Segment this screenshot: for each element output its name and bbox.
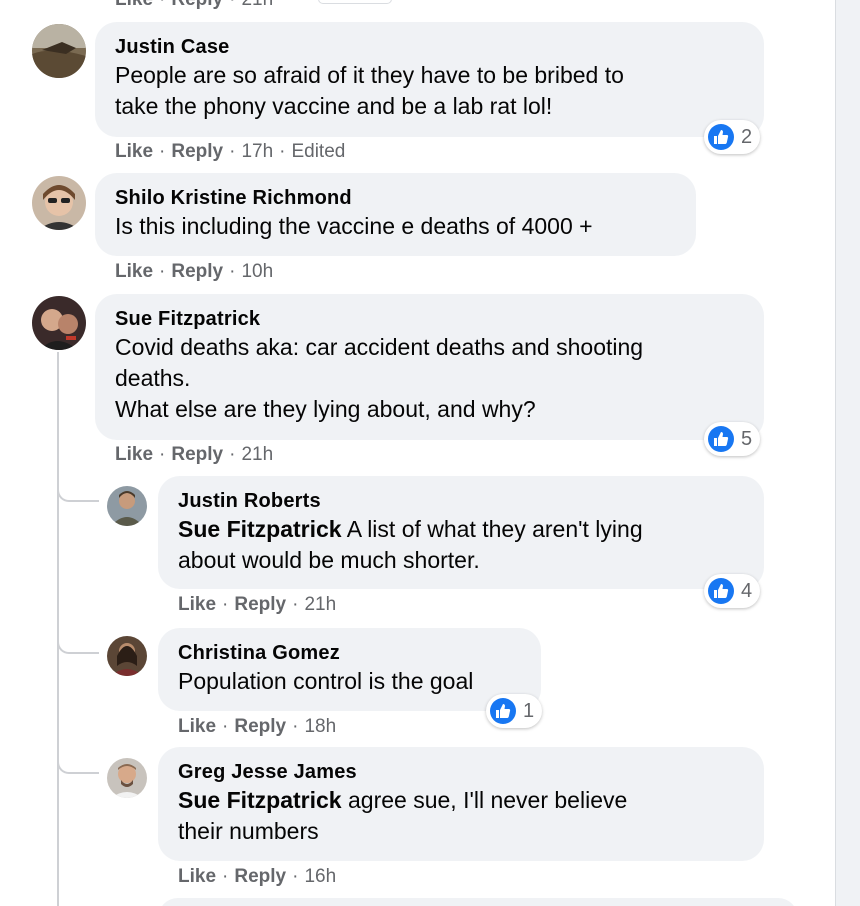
comments-panel: Like·Reply·21h Justin Case People are so… xyxy=(0,0,836,906)
mention-link[interactable]: Sue Fitzpatrick xyxy=(178,787,342,813)
reaction-badge-partial[interactable] xyxy=(318,0,392,4)
comment-time[interactable]: 10h xyxy=(241,261,273,282)
reply-connector xyxy=(57,750,99,774)
like-action[interactable]: Like xyxy=(115,141,153,162)
reply-action[interactable]: Reply xyxy=(171,0,223,10)
comment-time[interactable]: 21h xyxy=(241,444,273,465)
reply-connector xyxy=(57,478,99,502)
avatar[interactable] xyxy=(32,24,86,78)
comment-time[interactable]: 17h xyxy=(241,141,273,162)
comment-meta: Like · Reply · 18h xyxy=(178,716,337,737)
reply-action[interactable]: Reply xyxy=(234,866,286,887)
comment-text: Population control is the goal xyxy=(178,668,474,694)
comment-text: Sue Fitzpatrick agree sue, I'll never be… xyxy=(178,787,628,844)
comment-author[interactable]: Shilo Kristine Richmond xyxy=(115,185,676,211)
like-action[interactable]: Like xyxy=(115,0,153,10)
comment-text: Is this including the vaccine e deaths o… xyxy=(115,213,593,239)
comment-meta-partial: Like·Reply·21h xyxy=(115,0,273,12)
reply-bubble: Greg Jesse James Sue Fitzpatrick agree s… xyxy=(158,747,764,861)
reaction-count: 5 xyxy=(741,427,753,450)
reply-action[interactable]: Reply xyxy=(171,141,223,162)
comment-meta: Like · Reply · 21h xyxy=(115,444,274,465)
comment-text: Sue Fitzpatrick A list of what they aren… xyxy=(178,516,643,573)
comment-author[interactable]: Sue Fitzpatrick xyxy=(115,306,744,332)
comment-text: People are so afraid of it they have to … xyxy=(115,62,624,119)
comment-text: Covid deaths aka: car accident deaths an… xyxy=(115,334,644,422)
comment-bubble: Sue Fitzpatrick Covid deaths aka: car ac… xyxy=(95,294,764,440)
thumbs-up-icon xyxy=(708,124,734,150)
reaction-count: 4 xyxy=(741,579,753,602)
comment-meta: Like · Reply · 21h xyxy=(178,594,337,615)
reply-action[interactable]: Reply xyxy=(171,444,223,465)
like-action[interactable]: Like xyxy=(115,444,153,465)
comment-meta: Like · Reply · 16h xyxy=(178,866,337,887)
thumbs-up-icon xyxy=(708,578,734,604)
comment-time[interactable]: 16h xyxy=(304,866,336,887)
avatar[interactable] xyxy=(32,296,86,350)
like-action[interactable]: Like xyxy=(178,716,216,737)
comment-time: 21h xyxy=(241,0,273,10)
reply-action[interactable]: Reply xyxy=(234,594,286,615)
reply-bubble: Christina Gomez Population control is th… xyxy=(158,628,541,711)
like-action[interactable]: Like xyxy=(178,866,216,887)
reaction-badge[interactable]: 4 xyxy=(704,574,761,608)
avatar[interactable] xyxy=(107,758,147,798)
comment-bubble: Justin Case People are so afraid of it t… xyxy=(95,22,764,137)
comment-author[interactable]: Christina Gomez xyxy=(178,640,521,666)
thumbs-up-icon xyxy=(490,698,516,724)
page-background xyxy=(836,0,860,906)
comment-time[interactable]: 21h xyxy=(304,594,336,615)
reaction-badge[interactable]: 2 xyxy=(704,120,761,154)
comment-author[interactable]: Greg Jesse James xyxy=(178,759,744,785)
reply-bubble: Justin Roberts Sue Fitzpatrick A list of… xyxy=(158,476,764,589)
avatar[interactable] xyxy=(107,486,147,526)
avatar[interactable] xyxy=(107,636,147,676)
reaction-badge[interactable]: 1 xyxy=(486,694,543,728)
reaction-badge[interactable]: 5 xyxy=(704,422,761,456)
comment-author[interactable]: Justin Roberts xyxy=(178,488,744,514)
comment-bubble: Shilo Kristine Richmond Is this includin… xyxy=(95,173,696,256)
reply-connector xyxy=(57,630,99,654)
comment-time[interactable]: 18h xyxy=(304,716,336,737)
reaction-count: 2 xyxy=(741,125,753,148)
like-action[interactable]: Like xyxy=(178,594,216,615)
edited-label[interactable]: Edited xyxy=(291,141,345,162)
reply-action[interactable]: Reply xyxy=(234,716,286,737)
like-action[interactable]: Like xyxy=(115,261,153,282)
avatar[interactable] xyxy=(32,176,86,230)
comment-meta: Like · Reply · 17h · Edited xyxy=(115,141,346,162)
comment-meta: Like · Reply · 10h xyxy=(115,261,274,282)
reaction-count: 1 xyxy=(523,699,535,722)
comment-author[interactable]: Justin Case xyxy=(115,34,744,60)
reply-action[interactable]: Reply xyxy=(171,261,223,282)
reply-bubble-partial xyxy=(158,898,798,906)
thread-line xyxy=(57,352,59,906)
mention-link[interactable]: Sue Fitzpatrick xyxy=(178,516,342,542)
thumbs-up-icon xyxy=(708,426,734,452)
